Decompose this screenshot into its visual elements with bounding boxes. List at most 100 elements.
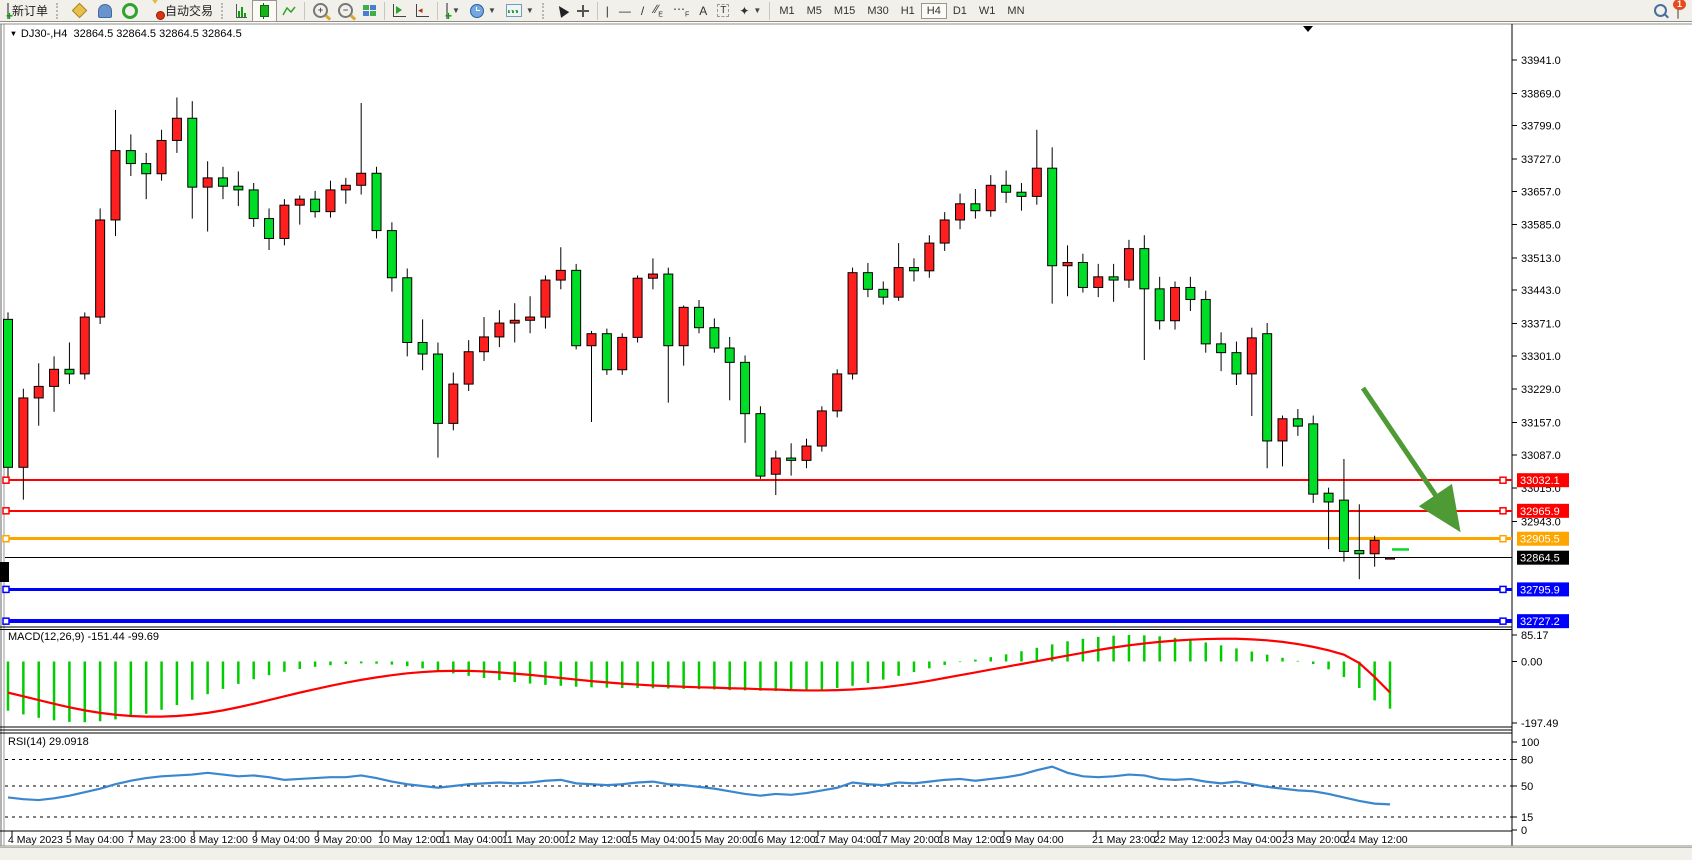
new-order-label: 新订单	[12, 2, 48, 19]
svg-text:33869.0: 33869.0	[1521, 88, 1561, 100]
template-icon	[506, 4, 522, 17]
timeframe-button-h4[interactable]: H4	[921, 3, 947, 19]
timeframe-button-m30[interactable]: M30	[861, 3, 894, 19]
chart-shift-button[interactable]: ◂	[411, 0, 434, 22]
macd-indicator-label: MACD(12,26,9) -151.44 -99.69	[8, 631, 159, 643]
search-icon	[1654, 4, 1667, 17]
svg-text:0: 0	[1521, 825, 1527, 837]
timeframe-toolbar: M1M5M15M30H1H4D1W1MN	[773, 3, 1030, 19]
cursor-button[interactable]	[552, 0, 572, 22]
svg-text:33157.0: 33157.0	[1521, 417, 1561, 429]
line-chart-button[interactable]	[277, 0, 301, 22]
svg-text:33585.0: 33585.0	[1521, 220, 1561, 232]
time-axis[interactable]: 4 May 20235 May 04:007 May 23:008 May 12…	[8, 831, 1408, 846]
vertical-line-icon: |	[606, 4, 609, 18]
chart-frame	[0, 24, 1692, 846]
zoom-in-button[interactable]: +	[308, 0, 333, 22]
toolbar-grip	[542, 3, 549, 19]
svg-text:7 May 23:00: 7 May 23:00	[128, 834, 186, 846]
horizontal-line-button[interactable]: —	[614, 0, 636, 22]
svg-text:32864.5: 32864.5	[1520, 553, 1560, 565]
svg-text:11 May 04:00: 11 May 04:00	[440, 834, 503, 846]
arrows-icon: ✦	[739, 4, 749, 18]
window-bottom-strip	[0, 847, 1692, 860]
toolbar-grip	[221, 3, 228, 19]
trendline-icon: /	[641, 4, 644, 18]
svg-text:100: 100	[1521, 737, 1539, 749]
candlestick-icon	[260, 5, 269, 17]
auto-scroll-button[interactable]	[388, 0, 411, 22]
equidistant-channel-icon: ∕∕E	[654, 2, 663, 18]
templates-button[interactable]: ▼	[501, 0, 539, 22]
chart-menu-triangle-icon[interactable]: ▼	[10, 30, 18, 38]
svg-text:11 May 20:00: 11 May 20:00	[502, 834, 565, 846]
svg-text:10 May 12:00: 10 May 12:00	[378, 834, 442, 846]
new-order-button[interactable]: + 新订单	[2, 0, 53, 22]
toolbar-separator	[304, 2, 305, 20]
profile-icon	[98, 4, 112, 18]
autotrade-button[interactable]: 自动交易	[143, 0, 218, 22]
timeframe-button-h1[interactable]: H1	[895, 3, 921, 19]
channel-button[interactable]: ∕∕E	[649, 0, 668, 22]
trendline-button[interactable]: /	[636, 0, 649, 22]
timeframe-button-m1[interactable]: M1	[773, 3, 800, 19]
arrows-button[interactable]: ✦▼	[734, 0, 766, 22]
signal-button[interactable]	[117, 0, 143, 22]
svg-text:4 May 2023: 4 May 2023	[8, 834, 63, 846]
svg-text:33657.0: 33657.0	[1521, 186, 1561, 198]
ticket-button[interactable]	[66, 0, 93, 22]
chart-canvas[interactable]: 33941.033869.033799.033727.033657.033585…	[0, 0, 1692, 860]
svg-text:16 May 12:00: 16 May 12:00	[752, 834, 816, 846]
toolbar-separator	[384, 2, 385, 20]
profile-button[interactable]	[93, 0, 117, 22]
svg-text:32965.9: 32965.9	[1520, 506, 1560, 518]
svg-text:17 May 04:00: 17 May 04:00	[814, 834, 878, 846]
indicators-button[interactable]: +▼	[441, 0, 465, 22]
text-button[interactable]: A	[694, 0, 712, 22]
svg-text:32905.5: 32905.5	[1520, 534, 1560, 546]
bar-chart-button[interactable]	[231, 0, 252, 22]
rsi-indicator-label: RSI(14) 29.0918	[8, 736, 89, 748]
timeframe-button-d1[interactable]: D1	[947, 3, 973, 19]
tile-windows-icon	[363, 5, 376, 16]
svg-text:24 May 12:00: 24 May 12:00	[1344, 834, 1408, 846]
notification-badge: 1	[1673, 0, 1686, 10]
autotrade-icon	[148, 4, 162, 18]
svg-text:9 May 04:00: 9 May 04:00	[252, 834, 310, 846]
svg-text:0.00: 0.00	[1521, 657, 1542, 669]
search-button[interactable]	[1649, 0, 1672, 22]
candlestick-chart-button[interactable]	[252, 0, 277, 22]
svg-text:33941.0: 33941.0	[1521, 55, 1561, 67]
timeframe-button-m15[interactable]: M15	[828, 3, 861, 19]
svg-text:50: 50	[1521, 781, 1533, 793]
svg-text:-197.49: -197.49	[1521, 718, 1558, 730]
zoom-out-button[interactable]: −	[333, 0, 358, 22]
chart-title: ▼DJ30-,H4 32864.5 32864.5 32864.5 32864.…	[8, 28, 242, 40]
crosshair-button[interactable]	[572, 0, 594, 22]
trading-terminal-window: + 新订单 自动交易 + − ◂ +▼ ▼ ▼	[0, 0, 1692, 860]
timeframe-button-mn[interactable]: MN	[1001, 3, 1030, 19]
horizontal-line-icon: —	[619, 4, 631, 18]
svg-text:32727.2: 32727.2	[1520, 616, 1560, 628]
vertical-line-button[interactable]: |	[601, 0, 614, 22]
svg-text:33087.0: 33087.0	[1521, 450, 1561, 462]
text-label-icon: T	[717, 4, 729, 17]
text-icon: A	[699, 4, 707, 18]
fibonacci-button[interactable]: ⋯F	[668, 0, 694, 22]
cursor-icon	[555, 3, 570, 18]
svg-text:15 May 04:00: 15 May 04:00	[626, 834, 690, 846]
timeframe-button-w1[interactable]: W1	[973, 3, 1002, 19]
svg-text:23 May 04:00: 23 May 04:00	[1218, 834, 1282, 846]
toolbar-separator	[769, 2, 770, 20]
timeframe-button-m5[interactable]: M5	[801, 3, 828, 19]
svg-text:80: 80	[1521, 755, 1533, 767]
tile-windows-button[interactable]	[358, 0, 381, 22]
text-label-button[interactable]: T	[712, 0, 734, 22]
auto-scroll-icon	[393, 4, 406, 17]
line-chart-icon	[282, 5, 296, 17]
periods-button[interactable]: ▼	[465, 0, 501, 22]
chart-shift-icon: ◂	[416, 4, 429, 17]
svg-text:33032.1: 33032.1	[1520, 475, 1560, 487]
svg-text:8 May 12:00: 8 May 12:00	[190, 834, 248, 846]
chat-button[interactable]: 1	[1672, 0, 1684, 22]
